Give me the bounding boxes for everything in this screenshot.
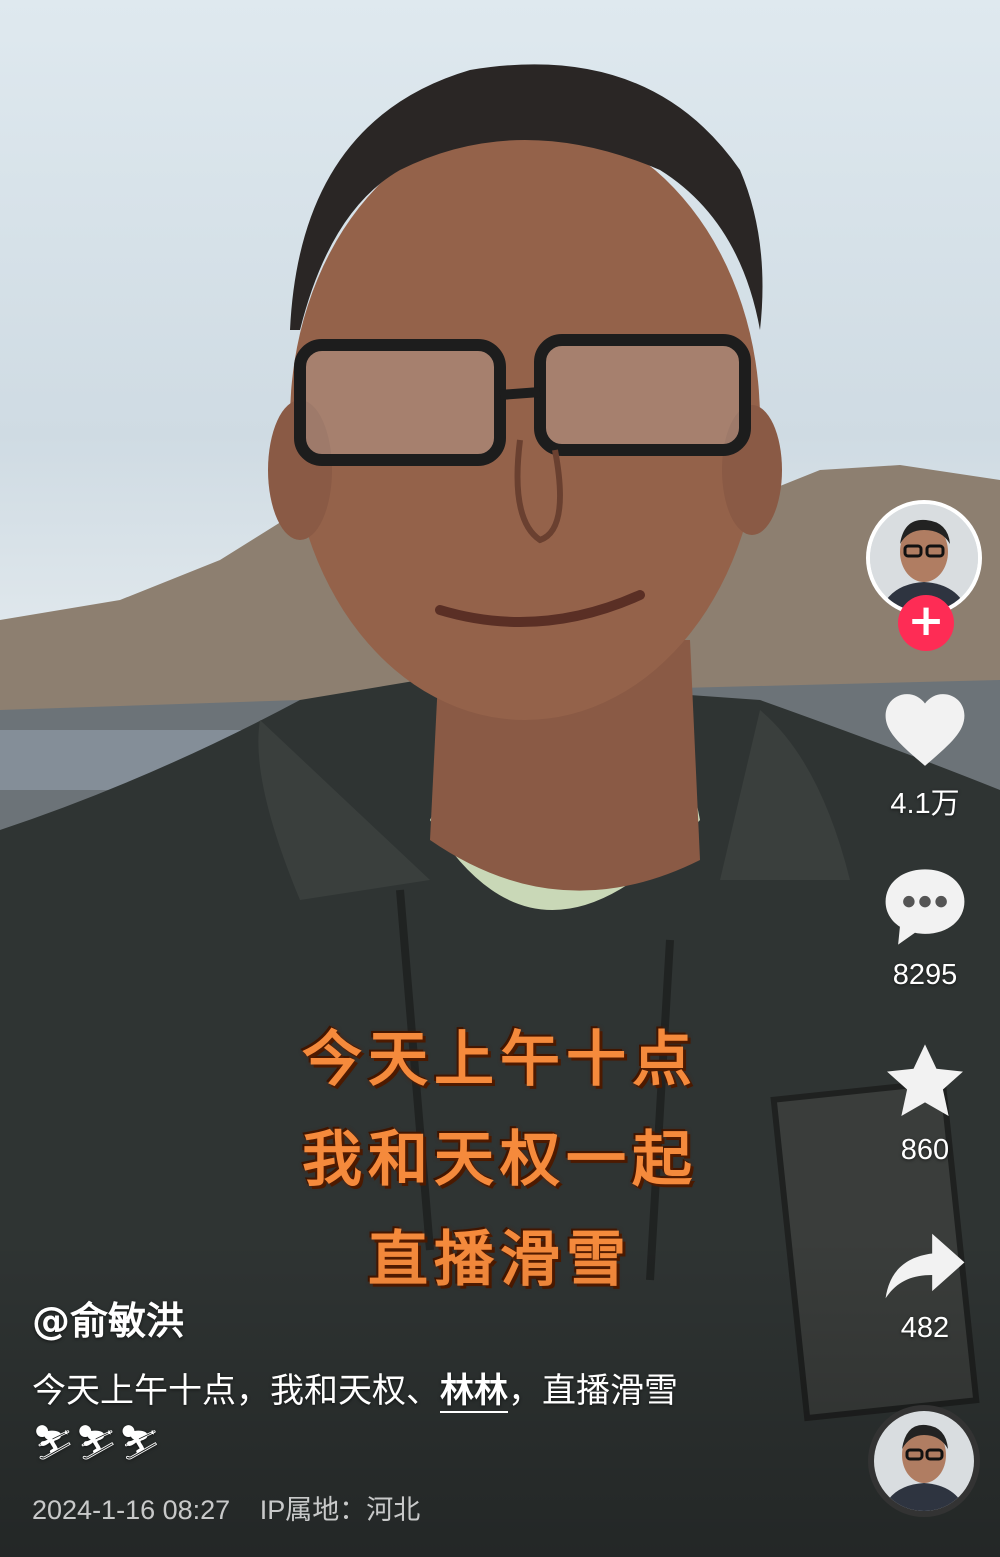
music-disc[interactable] [868,1405,980,1517]
follow-button[interactable]: + [898,595,954,651]
ip-location: IP属地：河北 [259,1495,421,1525]
comment-count: 8295 [892,959,958,991]
mention-link[interactable]: 林林 [440,1371,508,1413]
comment-icon [885,869,965,945]
comment-button[interactable]: 8295 [860,865,990,992]
music-cover-icon [874,1411,974,1511]
post-meta: 2024-1-16 08:27 IP属地：河北 [32,1488,442,1527]
author-name[interactable]: @俞敏洪 [32,1290,184,1345]
description-text: 今天上午十点，我和天权、 [32,1371,440,1411]
share-count: 482 [900,1312,950,1344]
favorite-button[interactable]: 860 [860,1040,990,1167]
skier-emojis: ⛷⛷⛷ [32,1423,162,1463]
caption-line-2: 我和天权一起 [302,1125,698,1195]
post-description: 今天上午十点，我和天权、林林，直播滑雪 ⛷⛷⛷ [32,1365,792,1469]
like-count: 4.1万 [890,788,960,820]
heart-icon [885,694,965,766]
caption-line-1: 今天上午十点 [302,1025,698,1095]
share-arrow-icon [885,1233,965,1299]
action-rail: + 4.1万 8295 860 482 [860,0,1000,1557]
video-player[interactable]: 今天上午十点 我和天权一起 直播滑雪 + 4.1万 [0,0,1000,1557]
like-button[interactable]: 4.1万 [860,690,990,822]
share-button[interactable]: 482 [860,1230,990,1345]
description-text-end: ，直播滑雪 [508,1371,678,1411]
post-date: 2024-1-16 08:27 [32,1495,231,1525]
star-icon [887,1044,963,1117]
favorite-count: 860 [900,1134,950,1166]
